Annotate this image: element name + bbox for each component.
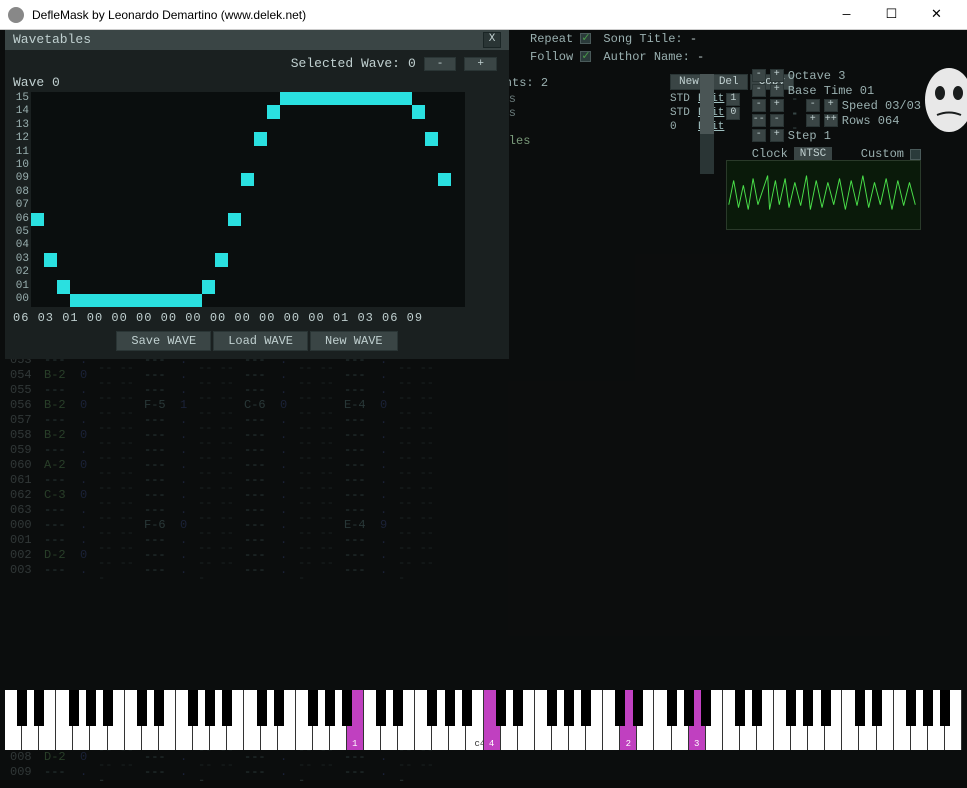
oscilloscope <box>726 160 921 230</box>
clock-ntsc-button[interactable]: NTSC <box>794 147 832 161</box>
piano-key-black[interactable] <box>188 690 198 726</box>
close-button[interactable]: ✕ <box>914 1 959 29</box>
song-params: -+Octave 3 -+Base Time 01 -+---+Speed 03… <box>752 68 921 161</box>
maximize-button[interactable]: ☐ <box>869 1 914 29</box>
follow-label: Follow <box>530 50 573 64</box>
piano-key-black[interactable] <box>906 690 916 726</box>
piano-keyboard[interactable]: 1c4423 <box>5 690 962 750</box>
wave-editor[interactable]: 15141312111009080706050403020100 <box>9 92 505 307</box>
piano-key-black[interactable] <box>103 690 113 726</box>
wave-name-label: Wave 0 <box>9 73 505 92</box>
piano-key-black[interactable] <box>274 690 284 726</box>
basetime-minus[interactable]: - <box>752 84 766 97</box>
save-wave-button[interactable]: Save WAVE <box>116 331 211 351</box>
speed-a-minus[interactable]: - <box>752 99 766 112</box>
octave-plus[interactable]: + <box>770 69 784 82</box>
repeat-label: Repeat <box>530 32 573 46</box>
author-label: Author Name: <box>603 50 689 64</box>
wave-next-button[interactable]: + <box>464 57 497 71</box>
piano-key-black[interactable] <box>17 690 27 726</box>
piano-key-black[interactable] <box>86 690 96 726</box>
popup-title: Wavetables <box>13 32 483 48</box>
follow-checkbox[interactable] <box>580 51 591 62</box>
app-icon <box>8 7 24 23</box>
piano-key-black[interactable] <box>325 690 335 726</box>
octave-minus[interactable]: - <box>752 69 766 82</box>
load-wave-button[interactable]: Load WAVE <box>213 331 308 351</box>
piano-key-black[interactable] <box>308 690 318 726</box>
piano-key-black[interactable] <box>393 690 403 726</box>
piano-key-black[interactable] <box>667 690 677 726</box>
rows-label: Rows 064 <box>842 114 900 128</box>
selected-wave-label: Selected Wave: <box>291 56 400 71</box>
piano-key-black[interactable] <box>547 690 557 726</box>
song-title-label: Song Title: <box>603 32 682 46</box>
piano-key-black[interactable] <box>34 690 44 726</box>
piano-key-black[interactable] <box>496 690 506 726</box>
rows-pp[interactable]: ++ <box>824 114 838 127</box>
step-minus[interactable]: - <box>752 129 766 142</box>
piano-key-black[interactable] <box>137 690 147 726</box>
piano-key-black[interactable] <box>615 690 625 726</box>
piano-key-black[interactable] <box>205 690 215 726</box>
piano-key-black[interactable] <box>154 690 164 726</box>
rows-mm[interactable]: -- <box>752 114 766 127</box>
rows-p[interactable]: + <box>806 114 820 127</box>
piano-key-black[interactable] <box>513 690 523 726</box>
window-titlebar: DefleMask by Leonardo Demartino (www.del… <box>0 0 967 30</box>
inst-del-button[interactable]: Del <box>710 74 748 90</box>
piano-key-black[interactable] <box>257 690 267 726</box>
speed-b-minus[interactable]: - <box>806 99 820 112</box>
piano-key-black[interactable] <box>69 690 79 726</box>
piano-key-black[interactable] <box>872 690 882 726</box>
popup-close-button[interactable]: X <box>483 32 501 48</box>
step-label: Step 1 <box>788 129 831 143</box>
pattern-rows-bottom: 008D-20-- ------.-- ------.-- ------.-- … <box>10 750 438 780</box>
wave-canvas[interactable] <box>31 92 465 307</box>
piano-key-black[interactable] <box>855 690 865 726</box>
speed-label: Speed 03/03 <box>842 99 921 113</box>
step-plus[interactable]: + <box>770 129 784 142</box>
piano-key-black[interactable] <box>222 690 232 726</box>
piano-key-black[interactable] <box>940 690 950 726</box>
window-title: DefleMask by Leonardo Demartino (www.del… <box>32 8 824 22</box>
piano-key-black[interactable] <box>752 690 762 726</box>
author-value[interactable]: - <box>697 50 704 64</box>
piano-key-black[interactable] <box>342 690 352 726</box>
piano-key-black[interactable] <box>581 690 591 726</box>
piano-key-black[interactable] <box>803 690 813 726</box>
minimize-button[interactable]: — <box>824 1 869 29</box>
piano-key-black[interactable] <box>427 690 437 726</box>
piano-key-black[interactable] <box>445 690 455 726</box>
speed-a-plus[interactable]: + <box>770 99 784 112</box>
custom-checkbox[interactable] <box>910 149 921 160</box>
custom-label: Custom <box>861 147 904 161</box>
piano-key-black[interactable] <box>701 690 711 726</box>
wave-prev-button[interactable]: - <box>424 57 457 71</box>
piano-key-black[interactable] <box>735 690 745 726</box>
piano-key-black[interactable] <box>633 690 643 726</box>
repeat-checkbox[interactable] <box>580 33 591 44</box>
piano-key-black[interactable] <box>376 690 386 726</box>
instrument-scrollbar[interactable] <box>700 74 714 174</box>
piano-key-black[interactable] <box>786 690 796 726</box>
selected-wave-value: 0 <box>408 56 416 71</box>
wavetables-popup: Wavetables X Selected Wave: 0 - + Wave 0… <box>5 30 509 359</box>
clock-label: Clock <box>752 147 788 161</box>
speed-b-plus[interactable]: + <box>824 99 838 112</box>
wave-y-axis: 15141312111009080706050403020100 <box>9 92 31 307</box>
piano-key-black[interactable] <box>684 690 694 726</box>
piano-key-black[interactable] <box>564 690 574 726</box>
song-title-value[interactable]: - <box>690 32 697 46</box>
new-wave-button[interactable]: New WAVE <box>310 331 398 351</box>
piano-key-black[interactable] <box>821 690 831 726</box>
piano-key-black[interactable] <box>462 690 472 726</box>
piano-key-black[interactable] <box>923 690 933 726</box>
deflemask-logo-icon <box>922 65 967 135</box>
octave-label: Octave 3 <box>788 69 846 83</box>
wave-hex-values[interactable]: 06 03 01 00 00 00 00 00 00 00 00 00 00 0… <box>9 307 505 329</box>
instruments-count: 2 <box>541 76 548 90</box>
rows-m[interactable]: - <box>770 114 784 127</box>
basetime-plus[interactable]: + <box>770 84 784 97</box>
